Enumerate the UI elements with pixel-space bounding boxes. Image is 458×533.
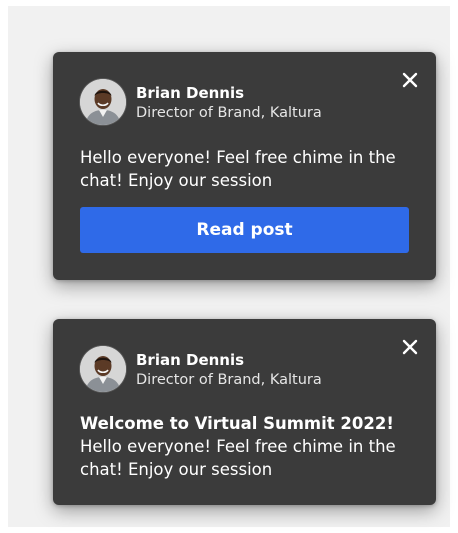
- close-icon[interactable]: [400, 337, 420, 357]
- notification-preview-panel: Brian Dennis Director of Brand, Kaltura …: [8, 6, 450, 527]
- author-info: Brian Dennis Director of Brand, Kaltura: [136, 83, 322, 123]
- author-role: Director of Brand, Kaltura: [136, 105, 322, 121]
- read-post-button[interactable]: Read post: [80, 207, 409, 253]
- notification-title: Welcome to Virtual Summit 2022!: [80, 414, 394, 433]
- notification-message: Hello everyone! Feel free chime in the c…: [80, 437, 396, 479]
- notification-card: Brian Dennis Director of Brand, Kaltura …: [53, 319, 436, 505]
- author-info: Brian Dennis Director of Brand, Kaltura: [136, 350, 322, 390]
- avatar-photo: [80, 79, 126, 125]
- author-name: Brian Dennis: [136, 84, 245, 102]
- notification-message: Hello everyone! Feel free chime in the c…: [80, 148, 396, 190]
- avatar-photo: [80, 346, 126, 392]
- author-role: Director of Brand, Kaltura: [136, 372, 322, 388]
- avatar: [80, 79, 126, 125]
- avatar: [80, 346, 126, 392]
- close-icon[interactable]: [400, 70, 420, 90]
- notification-card: Brian Dennis Director of Brand, Kaltura …: [53, 52, 436, 280]
- author-name: Brian Dennis: [136, 351, 245, 369]
